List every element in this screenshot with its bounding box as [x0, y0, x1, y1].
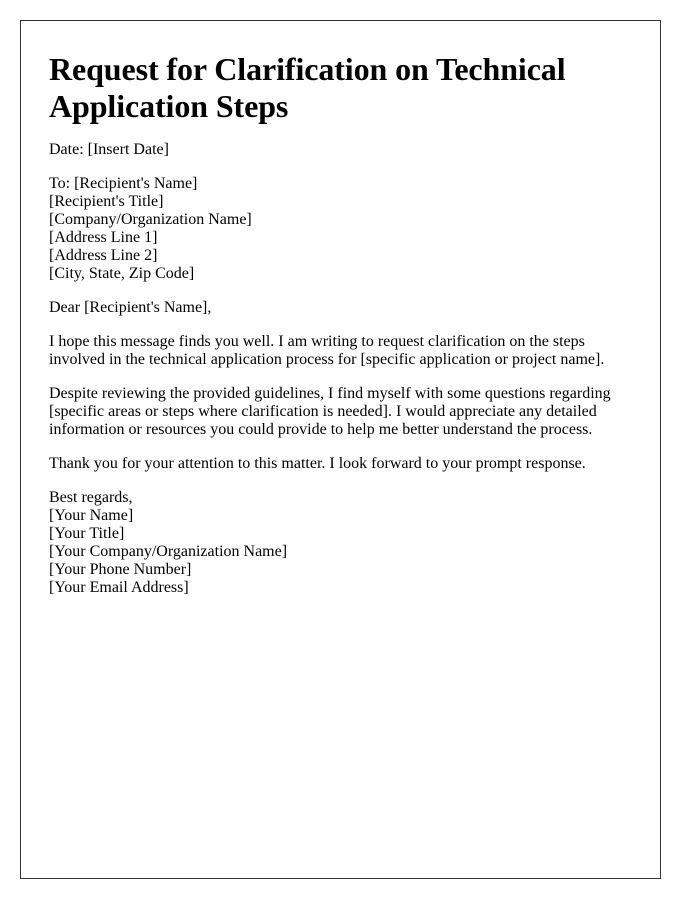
closing-block: Best regards, [Your Name] [Your Title] […: [49, 489, 632, 597]
body-paragraph: I hope this message finds you well. I am…: [49, 333, 605, 368]
recipient-name: To: [Recipient's Name]: [49, 175, 198, 192]
body-paragraph: Despite reviewing the provided guideline…: [49, 385, 611, 438]
sender-company: [Your Company/Organization Name]: [49, 543, 288, 560]
letter-page: Request for Clarification on Technical A…: [20, 20, 661, 879]
sender-title: [Your Title]: [49, 525, 125, 542]
closing-phrase: Best regards,: [49, 489, 133, 506]
recipient-address-line-2: [Address Line 2]: [49, 247, 158, 264]
sender-email: [Your Email Address]: [49, 579, 189, 596]
body-paragraph: Thank you for your attention to this mat…: [49, 455, 586, 472]
date-line: Date: [Insert Date]: [49, 141, 169, 158]
salutation: Dear [Recipient's Name],: [49, 299, 212, 316]
recipient-city-state-zip: [City, State, Zip Code]: [49, 265, 195, 282]
recipient-title: [Recipient's Title]: [49, 193, 164, 210]
sender-phone: [Your Phone Number]: [49, 561, 192, 578]
recipient-block: To: [Recipient's Name] [Recipient's Titl…: [49, 175, 632, 283]
recipient-address-line-1: [Address Line 1]: [49, 229, 158, 246]
sender-name: [Your Name]: [49, 507, 134, 524]
letter-title: Request for Clarification on Technical A…: [49, 51, 566, 124]
recipient-company: [Company/Organization Name]: [49, 211, 252, 228]
